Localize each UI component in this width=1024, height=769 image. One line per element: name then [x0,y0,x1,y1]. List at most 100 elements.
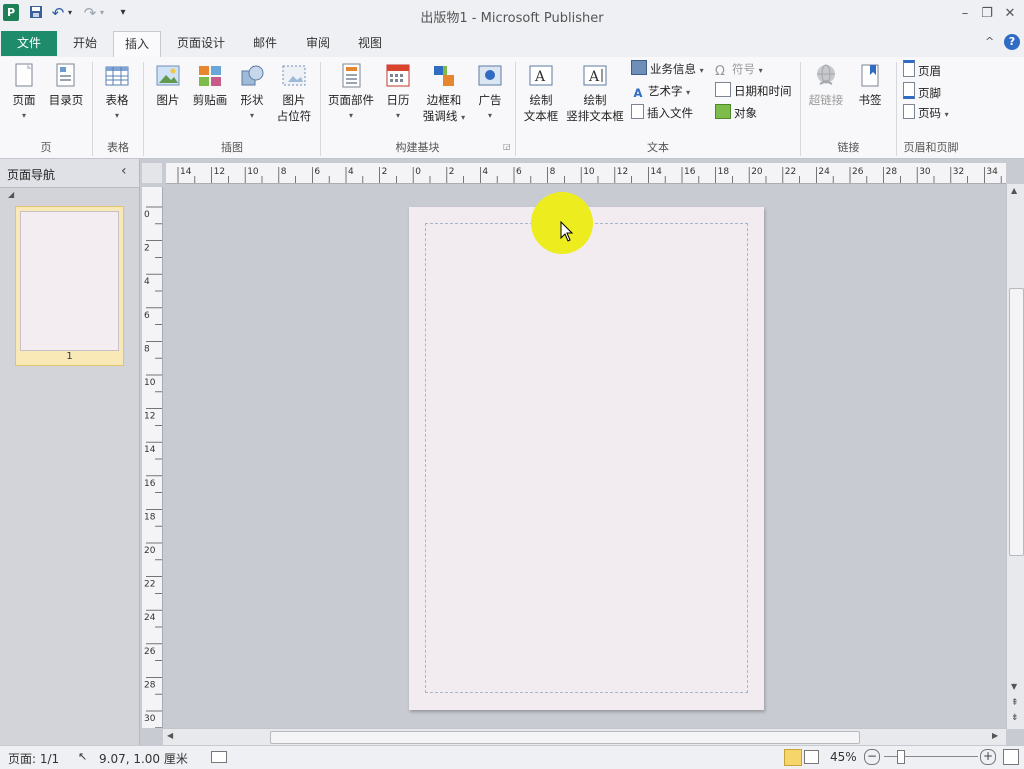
scroll-down-button[interactable]: ▼ [1011,682,1017,691]
horizontal-ruler[interactable]: 14 12 10 8 6 4 2 0 2 4 6 8 10 12 14 16 18 20 22 24 26 28 30 32 3… [166,163,1006,184]
previous-page-button[interactable]: ⇞ [1011,698,1019,708]
bookmark-icon [856,62,884,90]
close-button[interactable]: ✕ [999,5,1021,23]
header-button[interactable]: 页眉 [903,60,941,79]
fit-page-button[interactable] [1003,749,1019,765]
page-icon [10,62,38,90]
single-page-view-button[interactable] [784,749,802,766]
page-number-button[interactable]: 页码 ▾ [903,104,949,123]
collapse-pane-icon[interactable]: ‹ [121,163,127,179]
borders-accents-button[interactable]: 边框和 强调线 ▾ [418,62,470,126]
clip-art-button[interactable]: 剪贴画 [189,62,231,108]
table-button[interactable]: 表格 ▾ [98,62,136,124]
group-label-text: 文本 [647,141,669,154]
group-label-links: 链接 [837,141,860,154]
vertical-ruler[interactable]: 0 2 4 6 8 10 12 14 16 18 20 22 24 26 28 30 [142,187,163,729]
hyperlink-button[interactable]: 超链接 [806,62,846,108]
help-icon[interactable]: ? [1004,34,1020,50]
borders-dropdown-arrow[interactable]: ▾ [461,113,465,122]
scroll-up-button[interactable]: ▲ [1011,186,1017,195]
section-expand-icon[interactable]: ◢ [8,190,14,199]
footer-button[interactable]: 页脚 [903,82,941,101]
insert-file-button[interactable]: 插入文件 [631,104,693,123]
business-info-icon [631,60,647,75]
object-button[interactable]: 对象 [715,104,757,123]
horizontal-scrollbar[interactable]: ◀ ▶ [163,728,1006,746]
ruler-label: 2 [449,167,455,177]
restore-button[interactable]: ❐ [976,5,998,23]
zoom-level[interactable]: 45% [830,750,857,764]
page-number-icon [903,104,915,119]
vertical-scrollbar[interactable]: ▲ ▼ ⇞ ⇟ [1006,184,1024,729]
bookmark-label: 书签 [858,93,882,107]
page-button[interactable]: 页面 ▾ [6,62,42,124]
calendars-dropdown-arrow[interactable]: ▾ [380,108,416,124]
ribbon-tab-bar: 文件 开始 插入 页面设计 邮件 审阅 视图 ^ ? [0,29,1024,58]
draw-textbox-button[interactable]: A 绘制 文本框 [519,62,563,124]
calendars-button[interactable]: 日历 ▾ [380,62,416,124]
zoom-in-button[interactable]: + [980,749,996,765]
title-bar: P ↶ ▾ ↷ ▾ ▾ 出版物1 - Microsoft Publisher –… [0,0,1024,29]
hyperlink-label: 超链接 [808,93,844,107]
picture-button[interactable]: 图片 [150,62,186,108]
ruler-label: 10 [144,378,156,388]
shapes-button[interactable]: 形状 ▾ [234,62,270,124]
symbol-icon: Ω [715,64,725,79]
tab-insert[interactable]: 插入 [113,31,161,58]
status-bar: 页面: 1/1 ↖ 9.07, 1.00 厘米 45% − + [0,745,1024,769]
catalog-page-button[interactable]: 目录页 [46,62,86,108]
two-page-view-button[interactable] [804,750,819,764]
page-dropdown-arrow[interactable]: ▾ [6,108,42,124]
zoom-out-button[interactable]: − [864,749,880,765]
draw-vertical-textbox-button[interactable]: A 绘制 竖排文本框 [564,62,626,124]
textbox-icon: A [527,62,555,90]
publication-page[interactable] [409,207,764,710]
business-info-button[interactable]: 业务信息 ▾ [631,60,704,79]
ruler-label: 26 [144,647,156,657]
tab-home[interactable]: 开始 [62,31,108,56]
wordart-button[interactable]: A 艺术字 ▾ [631,82,691,101]
ruler-label: 10 [247,167,259,177]
object-icon [715,104,731,119]
page-parts-button[interactable]: 页面部件 ▾ [325,62,377,124]
horizontal-scroll-thumb[interactable] [270,731,860,744]
table-dropdown-arrow[interactable]: ▾ [98,108,136,124]
tab-review[interactable]: 审阅 [296,31,340,56]
next-page-button[interactable]: ⇟ [1011,713,1019,723]
bookmark-button[interactable]: 书签 [852,62,888,108]
ruler-label: 6 [144,311,150,321]
tab-view[interactable]: 视图 [348,31,392,56]
page-thumbnail[interactable]: 1 [15,206,124,366]
page-thumbnail-number: 1 [66,351,73,362]
ads-button[interactable]: 广告 ▾ [473,62,507,124]
shapes-dropdown-arrow[interactable]: ▾ [234,108,270,124]
group-label-pages: 页 [40,141,52,154]
tab-file[interactable]: 文件 [1,31,57,56]
page-parts-dropdown-arrow[interactable]: ▾ [325,108,377,124]
group-label-header-footer: 页眉和页脚 [903,141,959,154]
borders-accents-label-2: 强调线 ▾ [422,109,466,123]
scroll-right-button[interactable]: ▶ [992,731,998,740]
vertical-scroll-thumb[interactable] [1009,288,1024,556]
ruler-label: 14 [144,445,156,455]
zoom-slider-thumb[interactable] [897,750,905,764]
dialog-launcher-icon[interactable]: ◲ [503,142,511,151]
scroll-left-button[interactable]: ◀ [167,731,173,740]
symbol-button[interactable]: Ω 符号 ▾ [715,60,763,79]
wordart-icon: A [633,86,643,100]
macro-record-icon[interactable] [211,751,227,763]
minimize-button[interactable]: – [954,5,976,23]
picture-placeholder-button[interactable]: 图片 占位符 [274,62,314,124]
ruler-label: 12 [617,167,628,177]
ruler-corner[interactable] [142,163,162,183]
tab-mailings[interactable]: 邮件 [243,31,287,56]
tab-page-design[interactable]: 页面设计 [168,31,234,56]
ruler-label: 2 [144,244,150,254]
collapse-ribbon-icon[interactable]: ^ [985,35,994,48]
page-count-status[interactable]: 页面: 1/1 [8,750,59,767]
svg-text:A: A [588,69,600,85]
ads-dropdown-arrow[interactable]: ▾ [473,108,507,124]
calendars-label: 日历 [386,93,410,107]
date-time-button[interactable]: 日期和时间 [715,82,792,101]
ruler-label: 18 [718,167,730,177]
